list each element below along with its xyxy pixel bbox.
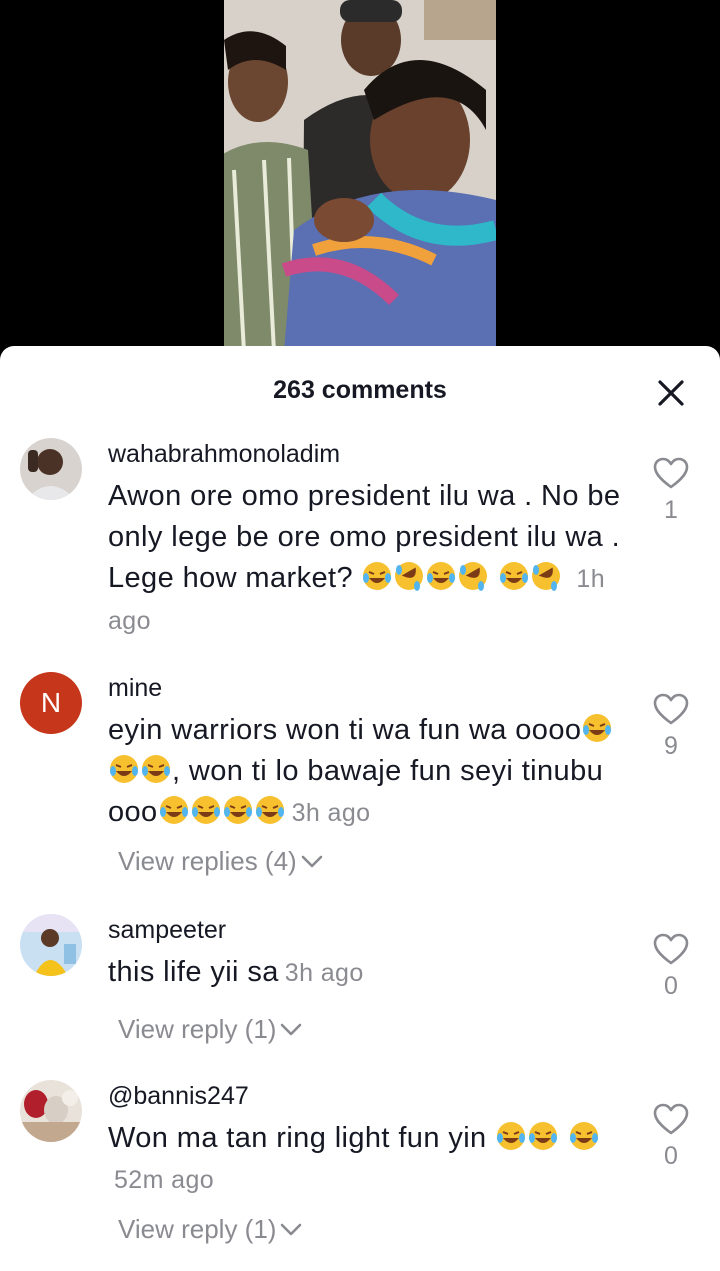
comment-body-part1: eyin warriors won ti wa fun wa oooo [108, 714, 582, 746]
comment-time: 3h ago [284, 959, 364, 987]
like-button[interactable]: 9 [650, 692, 692, 761]
like-button[interactable]: 1 [650, 456, 692, 525]
like-count: 1 [664, 496, 678, 524]
like-count: 0 [664, 972, 678, 1000]
comment-username[interactable]: mine [108, 674, 162, 703]
view-reply-label: View reply (1) [118, 1014, 277, 1044]
video-thumbnail [224, 0, 496, 352]
laugh-tears-emoji-icon [569, 1122, 598, 1150]
laugh-tears-emoji-icon [497, 1122, 526, 1150]
like-button[interactable]: 0 [650, 932, 692, 1001]
avatar[interactable] [20, 1080, 82, 1142]
emoji-group [495, 1122, 599, 1154]
comment-time: 52m ago [114, 1166, 215, 1194]
comment-text: eyin warriors won ti wa fun wa oooo, won… [108, 710, 628, 834]
avatar-letter: N [40, 687, 62, 718]
comment-username[interactable]: wahabrahmonoladim [108, 440, 340, 469]
comment-time: 3h ago [291, 799, 371, 827]
rofl-emoji-icon [395, 562, 424, 591]
laugh-tears-emoji-icon [583, 714, 612, 742]
chevron-down-icon [281, 1023, 302, 1035]
laugh-tears-emoji-icon [427, 562, 456, 590]
comment-text: Won ma tan ring light fun yin 52m ago [108, 1118, 628, 1201]
comments-sheet: 263 comments wahabrahmonoladim Awon ore … [0, 346, 720, 1271]
like-button[interactable]: 0 [650, 1102, 692, 1171]
chevron-down-icon [301, 855, 323, 867]
comment-count: 263 comments [273, 376, 447, 404]
laugh-tears-emoji-icon [142, 755, 170, 783]
avatar[interactable] [20, 438, 82, 500]
chevron-down-icon [281, 1223, 302, 1235]
rofl-emoji-icon [459, 562, 488, 591]
avatar[interactable] [20, 914, 82, 976]
comments-header: 263 comments [0, 346, 720, 434]
heart-outline-icon [653, 933, 689, 965]
like-count: 0 [664, 1142, 678, 1170]
avatar[interactable]: N [20, 672, 82, 734]
view-replies-label: View replies (4) [118, 846, 297, 876]
laugh-tears-emoji-icon [499, 562, 528, 590]
comment-username[interactable]: sampeeter [108, 916, 226, 945]
laugh-tears-emoji-icon [255, 796, 284, 824]
comment-text: this life yii sa 3h ago [108, 952, 628, 994]
emoji-group [158, 796, 286, 828]
comment-body: this life yii sa [108, 956, 279, 988]
view-reply-label: View reply (1) [118, 1214, 277, 1244]
rofl-emoji-icon [531, 562, 560, 591]
view-reply-button[interactable]: View reply (1) [118, 1014, 302, 1045]
comment-text: Awon ore omo president ilu wa . No be on… [108, 476, 628, 642]
laugh-tears-emoji-icon [110, 755, 138, 783]
comment-body: Won ma tan ring light fun yin [108, 1122, 487, 1154]
laugh-tears-emoji-icon [191, 796, 220, 824]
laugh-tears-emoji-icon [223, 796, 252, 824]
view-reply-button[interactable]: View reply (1) [118, 1214, 302, 1245]
close-icon[interactable] [652, 374, 690, 412]
heart-outline-icon [653, 457, 689, 489]
view-replies-button[interactable]: View replies (4) [118, 846, 323, 877]
laugh-tears-emoji-icon [159, 796, 188, 824]
emoji-group [353, 562, 570, 594]
laugh-tears-emoji-icon [529, 1122, 558, 1150]
heart-outline-icon [653, 1103, 689, 1135]
like-count: 9 [664, 732, 678, 760]
comment-username[interactable]: @bannis247 [108, 1082, 249, 1111]
video-player[interactable] [0, 0, 720, 360]
laugh-tears-emoji-icon [363, 562, 392, 590]
video-scene-image [224, 0, 496, 352]
heart-outline-icon [653, 693, 689, 725]
